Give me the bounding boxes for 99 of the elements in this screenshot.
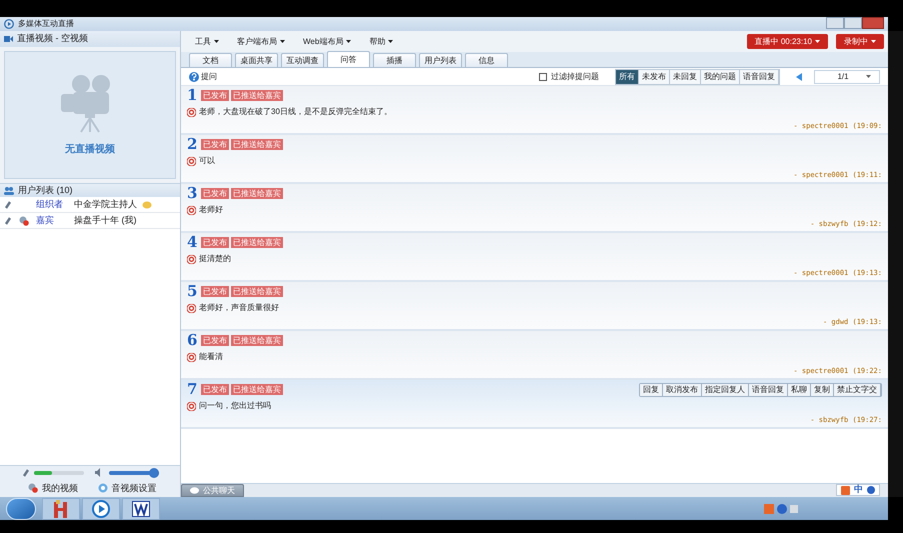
video-off-icon — [28, 483, 38, 494]
caret-icon — [388, 40, 394, 43]
speaker-volume-slider[interactable] — [109, 468, 159, 478]
user-role: 嘉宾 — [36, 214, 55, 227]
user-role: 组织者 — [36, 198, 64, 211]
question-icon — [187, 206, 196, 214]
status-tag: 已发布 — [201, 139, 229, 150]
menu-item[interactable]: 帮助 — [363, 36, 400, 48]
system-tray[interactable] — [764, 504, 798, 514]
user-list-title: 用户列表 (10) — [18, 184, 73, 197]
filter-button[interactable]: 我的问题 — [701, 70, 740, 84]
question-number: 2 — [187, 137, 198, 152]
action-button[interactable]: 取消发布 — [663, 384, 702, 396]
window-title: 多媒体互动直播 — [18, 18, 74, 30]
status-tag: 已推送给嘉宾 — [231, 237, 283, 248]
page-selector[interactable]: 1/1 — [814, 70, 880, 84]
status-tag: 已发布 — [201, 384, 229, 395]
play-logo-icon — [4, 19, 14, 29]
question-icon — [187, 156, 196, 166]
camera-icon — [4, 36, 13, 42]
start-button[interactable] — [6, 498, 36, 520]
action-button[interactable]: 回复 — [640, 384, 663, 396]
question-icon — [187, 254, 196, 264]
action-button[interactable]: 复制 — [811, 384, 834, 396]
question-icon — [187, 304, 196, 312]
question-text: 老师好 — [199, 204, 223, 216]
av-settings-button[interactable]: 音视频设置 — [90, 482, 164, 496]
filter-button[interactable]: 未回复 — [670, 70, 701, 84]
my-video-button[interactable]: 我的视频 — [16, 482, 90, 496]
caret-icon — [280, 40, 285, 43]
question-number: 7 — [187, 382, 198, 397]
action-button[interactable]: 指定回复人 — [702, 384, 749, 396]
taskbar-app-icon[interactable] — [42, 498, 80, 520]
caret-icon — [346, 40, 352, 43]
tab[interactable]: 互动调查 — [281, 53, 324, 67]
question-number: 1 — [187, 88, 198, 103]
question-text: 挺清楚的 — [199, 253, 231, 265]
caret-icon — [815, 40, 820, 43]
question-text: 老师好，声音质量很好 — [199, 302, 279, 314]
settings-icon — [98, 483, 108, 494]
question-icon — [187, 352, 196, 362]
filter-button[interactable]: 未发布 — [639, 70, 670, 84]
status-tag: 已发布 — [201, 188, 229, 199]
user-name: 中金学院主持人 — [74, 198, 138, 211]
video-off-icon — [19, 216, 29, 226]
question-number: 4 — [187, 235, 198, 250]
ask-button[interactable]: 提问 — [189, 70, 217, 82]
question-number: 6 — [187, 333, 198, 348]
panel-title: 直播视频 - 空视频 — [17, 32, 88, 46]
caret-icon — [866, 75, 871, 78]
status-tag: 已推送给嘉宾 — [231, 335, 283, 346]
chat-bubble-icon — [190, 487, 199, 494]
action-button[interactable]: 语音回复 — [749, 384, 788, 396]
menu-item[interactable]: 工具 — [189, 36, 225, 48]
window-controls[interactable] — [826, 17, 884, 29]
help-icon — [189, 72, 199, 82]
status-tag: 已推送给嘉宾 — [231, 286, 283, 297]
menu-item[interactable]: Web端布局 — [297, 36, 358, 48]
question-text: 可以 — [199, 155, 215, 167]
filter-button[interactable]: 所有 — [616, 70, 639, 84]
tab[interactable]: 插播 — [373, 53, 416, 67]
menu-item[interactable]: 客户端布局 — [231, 36, 291, 48]
status-tag: 已推送给嘉宾 — [231, 90, 283, 101]
ime-toolbar[interactable]: 中 — [836, 484, 880, 496]
action-button[interactable]: 禁止文字交 — [834, 384, 881, 396]
tab[interactable]: 文档 — [189, 53, 232, 67]
question-text: 老师，大盘现在破了30日线，是不是反弹完全结束了。 — [199, 106, 392, 118]
status-tag: 已推送给嘉宾 — [231, 188, 283, 199]
tab[interactable]: 问答 — [327, 51, 370, 67]
no-video-label: 无直播视频 — [65, 142, 115, 156]
filter-button[interactable]: 语音回复 — [740, 70, 779, 84]
live-status-button[interactable]: 直播中 00:23:10 — [746, 34, 828, 49]
status-tag: 已发布 — [201, 90, 229, 101]
tab[interactable]: 信息 — [465, 53, 508, 67]
question-number: 3 — [187, 186, 198, 201]
question-number: 5 — [187, 284, 198, 299]
question-text: 能看清 — [199, 351, 223, 363]
status-tag: 已发布 — [201, 237, 229, 248]
question-text: 问一句，您出过书吗 — [199, 400, 271, 412]
taskbar-document-icon[interactable] — [122, 498, 160, 520]
tab[interactable]: 用户列表 — [419, 53, 462, 67]
action-button[interactable]: 私聊 — [788, 384, 811, 396]
question-icon — [187, 108, 196, 116]
filter-checkbox[interactable]: 过滤掉提问题 — [539, 70, 599, 82]
taskbar-player-icon[interactable] — [82, 498, 120, 520]
status-tag: 已推送给嘉宾 — [231, 384, 283, 395]
caret-icon — [871, 40, 876, 43]
recording-button[interactable]: 录制中 — [836, 34, 884, 49]
status-tag: 已发布 — [201, 286, 229, 297]
microphone-icon — [22, 468, 30, 478]
caret-icon — [214, 40, 219, 43]
user-name: 操盘手十年 (我) — [74, 214, 138, 227]
tab[interactable]: 桌面共享 — [235, 53, 278, 67]
question-icon — [187, 402, 196, 410]
status-tag: 已推送给嘉宾 — [231, 139, 283, 150]
previous-page-icon[interactable] — [796, 72, 802, 80]
chat-bubble-icon — [142, 200, 152, 208]
users-icon — [4, 186, 14, 194]
status-tag: 已发布 — [201, 335, 229, 346]
